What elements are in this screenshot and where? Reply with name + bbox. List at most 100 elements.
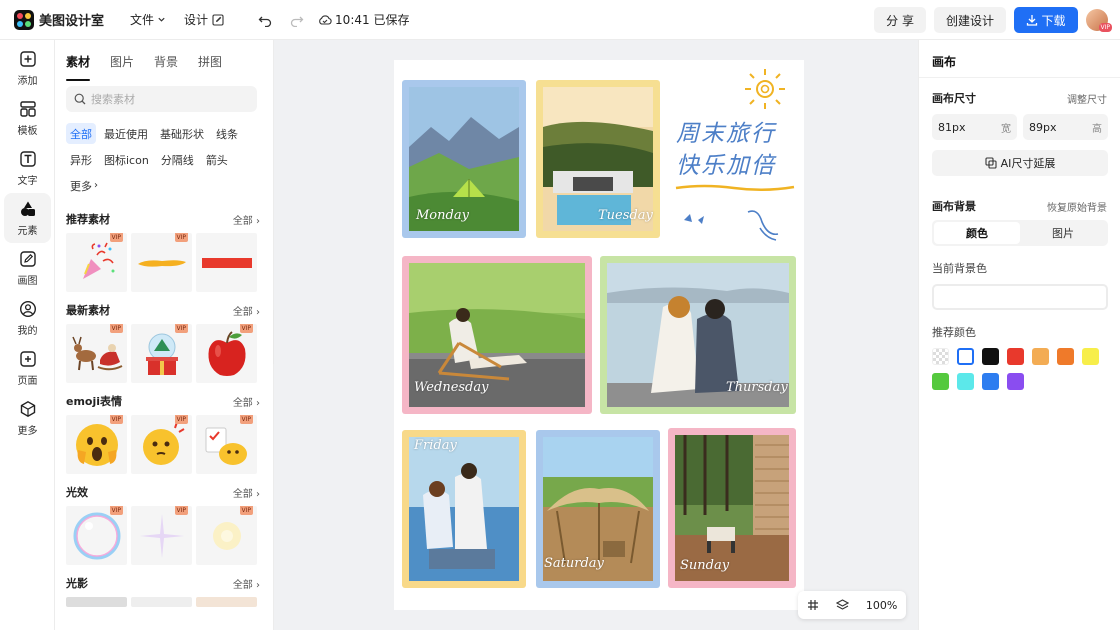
avatar[interactable]: VIP (1086, 9, 1112, 32)
material-thumb[interactable]: VIP (131, 415, 192, 474)
vip-badge: VIP (174, 324, 188, 333)
photo-frame-wednesday[interactable]: Wednesday (402, 256, 592, 414)
photo-frame-tuesday[interactable]: Tuesday (536, 80, 660, 238)
material-thumb[interactable]: VIP (196, 506, 257, 565)
nav-item-text[interactable]: 文字 (0, 143, 55, 193)
day-label-thursday: Thursday (726, 380, 788, 395)
chip-recent[interactable]: 最近使用 (100, 123, 152, 144)
color-swatch[interactable] (982, 373, 999, 390)
width-input[interactable]: 81px 宽 (932, 114, 1017, 140)
chip-all[interactable]: 全部 (66, 123, 96, 144)
photo-frame-saturday[interactable]: Saturday (536, 430, 660, 588)
material-thumb[interactable] (196, 233, 257, 292)
undo-icon[interactable] (258, 13, 272, 27)
left-nav: 添加 模板 文字 元素 画图 我的 页面 更多 (0, 40, 55, 630)
material-thumb[interactable]: VIP (196, 415, 257, 474)
ai-resize-button[interactable]: AI尺寸延展 (932, 150, 1108, 176)
chip-arrows[interactable]: 箭头 (202, 149, 232, 170)
nav-item-draw[interactable]: 画图 (0, 243, 55, 293)
material-search-input[interactable]: 搜索素材 (66, 86, 257, 112)
resize-link[interactable]: 调整尺寸 (1067, 91, 1107, 106)
grid-icon[interactable] (807, 599, 819, 611)
material-thumb[interactable]: VIP (196, 324, 257, 383)
section-all-label: 全部 (232, 215, 253, 227)
share-button[interactable]: 分 享 (874, 7, 926, 33)
color-swatch[interactable] (1057, 348, 1074, 365)
day-label-saturday: Saturday (544, 556, 604, 571)
section-recommended: 推荐素材 全部 › VIP VIP (56, 211, 273, 292)
seg-color[interactable]: 颜色 (934, 222, 1020, 244)
couple-sea-photo (409, 437, 519, 581)
design-menu[interactable]: 设计 (184, 11, 224, 28)
chip-icons[interactable]: 图标icon (100, 149, 153, 170)
photo-frame-sunday[interactable]: Sunday (668, 428, 796, 588)
app-logo[interactable]: 美图设计室 (14, 9, 104, 30)
section-all-link[interactable]: 全部 › (233, 576, 260, 591)
nav-item-add[interactable]: 添加 (0, 43, 55, 93)
color-swatch[interactable] (932, 373, 949, 390)
material-thumb[interactable] (66, 597, 127, 607)
vip-badge: VIP (239, 506, 253, 515)
chip-irregular[interactable]: 异形 (66, 149, 96, 170)
tab-image[interactable]: 图片 (110, 53, 134, 75)
photo-frame-thursday[interactable]: Thursday (600, 256, 796, 414)
tab-material[interactable]: 素材 (66, 53, 91, 81)
red-apple-icon (207, 330, 246, 376)
color-swatch[interactable] (1032, 348, 1049, 365)
redo-icon[interactable] (290, 13, 304, 27)
material-thumb[interactable]: VIP (131, 324, 192, 383)
search-icon (74, 93, 86, 105)
seg-image[interactable]: 图片 (1020, 222, 1106, 244)
nav-label-page: 页面 (17, 375, 38, 387)
material-thumb[interactable]: VIP (66, 324, 127, 383)
chip-basic-shapes[interactable]: 基础形状 (156, 123, 208, 144)
create-design-button[interactable]: 创建设计 (933, 7, 1006, 33)
color-swatch[interactable] (1082, 348, 1099, 365)
material-thumb[interactable] (131, 597, 192, 607)
section-all-link[interactable]: 全部 › (233, 212, 260, 227)
tab-collage[interactable]: 拼图 (198, 53, 222, 75)
nav-item-elements[interactable]: 元素 (4, 193, 51, 243)
tab-background[interactable]: 背景 (154, 53, 178, 75)
download-button[interactable]: 下载 (1014, 7, 1078, 33)
panel-tabs: 素材 图片 背景 拼图 (56, 40, 273, 81)
height-unit: 高 (1092, 123, 1102, 135)
nav-item-template[interactable]: 模板 (0, 93, 55, 143)
chip-dividers[interactable]: 分隔线 (157, 149, 198, 170)
day-label-monday: Monday (416, 208, 469, 223)
section-all-link[interactable]: 全部 › (233, 485, 260, 500)
color-swatch[interactable] (1007, 348, 1024, 365)
photo-frame-friday[interactable]: Friday (402, 430, 526, 588)
section-all-link[interactable]: 全部 › (233, 394, 260, 409)
height-input[interactable]: 89px 高 (1023, 114, 1108, 140)
material-thumb[interactable]: VIP (131, 233, 192, 292)
poster-canvas[interactable]: Monday Tuesday 周末旅行 快乐加倍 Wednesday Thurs… (394, 60, 804, 610)
nav-item-mine[interactable]: 我的 (0, 293, 55, 343)
material-thumb[interactable]: VIP (131, 506, 192, 565)
nav-item-more[interactable]: 更多 (0, 393, 55, 443)
section-all-link[interactable]: 全部 › (233, 303, 260, 318)
color-swatch[interactable] (1007, 373, 1024, 390)
swatch-transparent[interactable] (932, 348, 949, 365)
download-label: 下载 (1041, 13, 1066, 28)
material-thumb[interactable] (196, 597, 257, 607)
nav-label-text: 文字 (17, 175, 38, 187)
chip-more[interactable]: 更多 › (66, 175, 102, 196)
material-thumb[interactable]: VIP (66, 506, 127, 565)
color-swatch[interactable] (957, 373, 974, 390)
photo-frame-monday[interactable]: Monday (402, 80, 526, 238)
nav-item-page[interactable]: 页面 (0, 343, 55, 393)
layers-icon[interactable] (835, 599, 849, 611)
material-thumb[interactable]: VIP (66, 415, 127, 474)
star-sparkle-icon (139, 513, 184, 558)
zoom-level[interactable]: 100% (866, 599, 897, 612)
current-bg-label: 当前背景色 (932, 262, 987, 275)
material-thumb[interactable]: VIP (66, 233, 127, 292)
current-bg-color-swatch[interactable] (932, 284, 1108, 310)
reset-bg-link[interactable]: 恢复原始背景 (1047, 199, 1107, 214)
color-swatches (919, 340, 1109, 398)
chip-lines[interactable]: 线条 (212, 123, 242, 144)
color-swatch[interactable] (982, 348, 999, 365)
file-menu[interactable]: 文件 (130, 11, 166, 28)
color-swatch[interactable] (957, 348, 974, 365)
